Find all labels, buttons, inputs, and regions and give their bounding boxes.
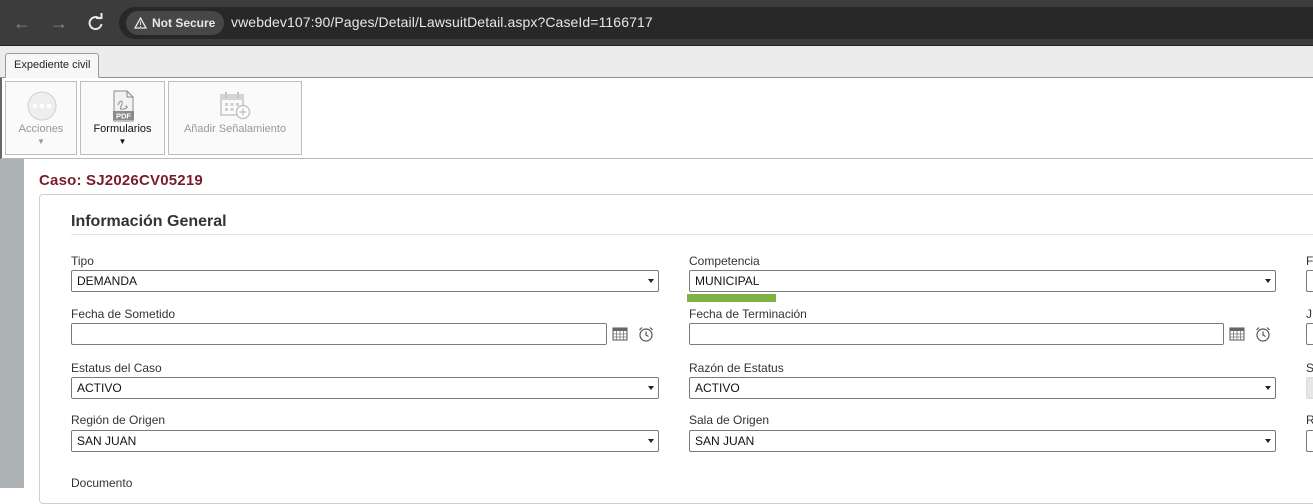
url-text[interactable]: vwebdev107:90/Pages/Detail/LawsuitDetail… [231, 14, 653, 30]
pdf-icon: PDF [113, 90, 134, 122]
estatus-select[interactable]: ACTIVO [71, 377, 659, 399]
edge-field[interactable] [1306, 430, 1313, 452]
address-bar[interactable]: Not Secure vwebdev107:90/Pages/Detail/La… [119, 7, 1313, 39]
region-value: SAN JUAN [77, 434, 137, 448]
alarm-clock-icon[interactable] [637, 325, 655, 343]
razon-label: Razón de Estatus [689, 361, 784, 375]
dropdown-arrow-icon [648, 439, 654, 443]
fecha-terminacion-label: Fecha de Terminación [689, 307, 807, 321]
acciones-label: Acciones [18, 123, 64, 135]
competencia-select[interactable]: MUNICIPAL [689, 270, 1276, 292]
competencia-label: Competencia [689, 254, 760, 268]
anadir-senalamiento-button[interactable]: Añadir Señalamiento [168, 81, 302, 155]
tab-strip: Expediente civil [0, 46, 1313, 78]
section-title: Información General [71, 213, 227, 230]
estatus-value: ACTIVO [77, 381, 122, 395]
tab-expediente-civil[interactable]: Expediente civil [5, 53, 100, 78]
edge-label-s: S [1306, 361, 1313, 375]
more-options-icon [27, 91, 57, 121]
razon-select[interactable]: ACTIVO [689, 377, 1276, 399]
section-divider [71, 234, 1313, 235]
fecha-sometido-input[interactable] [71, 323, 607, 345]
calendar-add-icon [220, 92, 251, 120]
back-arrow-icon[interactable]: ← [10, 11, 34, 35]
region-select[interactable]: SAN JUAN [71, 430, 659, 452]
sala-label: Sala de Origen [689, 413, 770, 427]
region-label: Región de Origen [71, 413, 166, 427]
sala-select[interactable]: SAN JUAN [689, 430, 1276, 452]
highlight-bar [687, 294, 776, 302]
edge-label-j: J [1306, 307, 1312, 321]
chevron-down-icon: ▼ [118, 137, 127, 146]
action-toolbar: Acciones ▼ PDF Formularios ▼ Añadir Seña… [0, 78, 1313, 159]
chevron-down-icon: ▼ [37, 137, 45, 146]
warning-icon [134, 17, 147, 29]
browser-toolbar: ← → Not Secure vwebdev107:90/Pages/Detai… [0, 0, 1313, 46]
calendar-icon[interactable] [1228, 325, 1246, 343]
competencia-value: MUNICIPAL [695, 274, 760, 288]
forward-arrow-icon[interactable]: → [47, 11, 71, 35]
tipo-value: DEMANDA [77, 274, 138, 288]
edge-field-disabled [1306, 377, 1313, 399]
dropdown-arrow-icon [1265, 439, 1271, 443]
edge-label-r: R [1306, 413, 1313, 427]
pdf-text: PDF [116, 112, 131, 121]
fecha-terminacion-input[interactable] [689, 323, 1224, 345]
fecha-sometido-label: Fecha de Sometido [71, 307, 176, 321]
dropdown-arrow-icon [648, 386, 654, 390]
acciones-button[interactable]: Acciones ▼ [5, 81, 77, 155]
razon-value: ACTIVO [695, 381, 740, 395]
reload-icon[interactable] [83, 11, 107, 35]
alarm-clock-icon[interactable] [1254, 325, 1272, 343]
formularios-label: Formularios [93, 123, 152, 135]
calendar-icon[interactable] [611, 325, 629, 343]
tipo-label: Tipo [71, 254, 94, 268]
info-panel [39, 194, 1313, 504]
estatus-label: Estatus del Caso [71, 361, 162, 375]
edge-field[interactable] [1306, 323, 1313, 345]
security-indicator[interactable]: Not Secure [126, 11, 225, 35]
left-sidebar-stripe [0, 159, 24, 488]
security-label: Not Secure [152, 16, 216, 30]
anadir-label: Añadir Señalamiento [183, 123, 287, 135]
formularios-button[interactable]: PDF Formularios ▼ [80, 81, 165, 155]
case-title: Caso: SJ2026CV05219 [39, 172, 203, 189]
edge-label-f: F [1306, 254, 1313, 268]
sala-value: SAN JUAN [695, 434, 755, 448]
edge-field[interactable] [1306, 270, 1313, 292]
tipo-select[interactable]: DEMANDA [71, 270, 659, 292]
dropdown-arrow-icon [648, 279, 654, 283]
dropdown-arrow-icon [1265, 386, 1271, 390]
dropdown-arrow-icon [1265, 279, 1271, 283]
